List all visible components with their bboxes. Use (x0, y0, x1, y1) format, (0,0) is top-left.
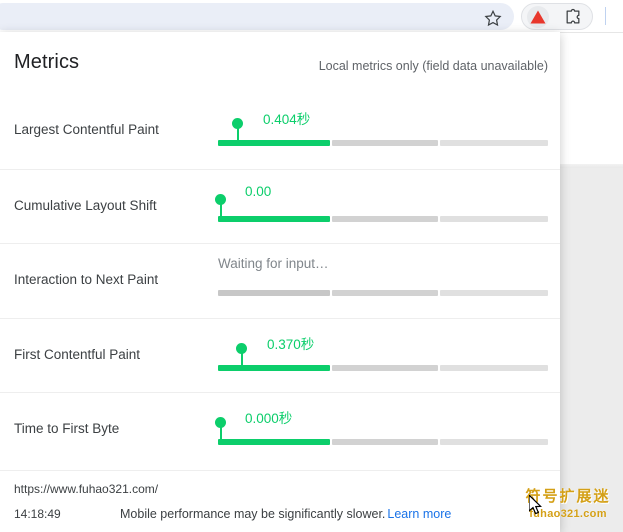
metric-row[interactable]: Largest Contentful Paint 0.404秒 (0, 94, 560, 169)
page-white-region (560, 32, 623, 169)
metric-gauge: 0.404秒 (218, 94, 548, 169)
metric-value: Waiting for input… (218, 256, 329, 271)
metric-value: 0.370秒 (267, 336, 315, 352)
popup-header: Metrics Local metrics only (field data u… (0, 32, 560, 94)
browser-toolbar (0, 0, 623, 32)
metric-track (218, 140, 548, 146)
track-segment-needs-improvement (332, 290, 438, 296)
red-triangle-icon[interactable] (527, 6, 549, 28)
metric-value: 0.404秒 (263, 112, 311, 127)
learn-more-link[interactable]: Learn more (387, 507, 451, 521)
metric-label: Interaction to Next Paint (14, 272, 159, 287)
address-bar[interactable] (0, 3, 514, 30)
track-segment-needs-improvement (332, 215, 438, 222)
metric-label: First Contentful Paint (14, 346, 141, 362)
track-segment-good (218, 439, 330, 445)
track-segment-poor (440, 364, 548, 371)
track-segment-good (218, 140, 330, 146)
metric-track (218, 290, 548, 296)
track-segment-needs-improvement (332, 140, 438, 146)
web-vitals-popup: Metrics Local metrics only (field data u… (0, 32, 560, 532)
metric-gauge: 0.370秒 (218, 319, 548, 394)
puzzle-piece-icon[interactable] (563, 7, 583, 27)
metrics-list: Largest Contentful Paint 0.404秒 Cumulati… (0, 94, 560, 467)
metric-label: Largest Contentful Paint (14, 122, 159, 137)
track-segment-poor (440, 140, 548, 146)
metric-gauge: 0.00 (215, 170, 548, 245)
metric-label: Cumulative Layout Shift (14, 197, 157, 213)
metric-row[interactable]: Time to First Byte 0.000秒 (0, 392, 560, 467)
bookmark-star-icon[interactable] (484, 9, 502, 27)
track-segment-good (218, 290, 330, 296)
popup-footer: https://www.fuhao321.com/ 14:18:49 Mobil… (0, 470, 560, 532)
metric-value: 0.00 (245, 183, 272, 199)
metric-gauge: Waiting for input… (218, 244, 548, 319)
metric-row[interactable]: Interaction to Next Paint Waiting for in… (0, 243, 560, 318)
metric-track (218, 215, 548, 222)
mobile-performance-text: Mobile performance may be significantly … (120, 507, 386, 521)
track-segment-poor (440, 290, 548, 296)
metric-gauge: 0.000秒 (215, 393, 548, 468)
mobile-performance-note: Mobile performance may be significantly … (120, 507, 451, 521)
metric-row[interactable]: Cumulative Layout Shift 0.00 (0, 168, 560, 245)
track-segment-good (218, 364, 330, 371)
page-url: https://www.fuhao321.com/ (14, 482, 159, 496)
toolbar-divider (605, 7, 606, 25)
metric-label: Time to First Byte (14, 421, 120, 436)
mouse-cursor (528, 493, 545, 517)
metric-row[interactable]: First Contentful Paint 0.370秒 (0, 317, 560, 394)
track-segment-poor (440, 215, 548, 222)
field-data-status: Local metrics only (field data unavailab… (318, 59, 548, 73)
page-title: Metrics (14, 51, 80, 73)
track-segment-poor (440, 439, 548, 445)
metric-track (218, 439, 548, 445)
metric-track (218, 364, 548, 371)
track-segment-needs-improvement (332, 439, 438, 445)
metric-value: 0.000秒 (245, 411, 293, 426)
track-segment-good (218, 215, 330, 222)
timestamp: 14:18:49 (14, 507, 61, 521)
track-segment-needs-improvement (332, 364, 438, 371)
page-gray-region (560, 168, 623, 532)
